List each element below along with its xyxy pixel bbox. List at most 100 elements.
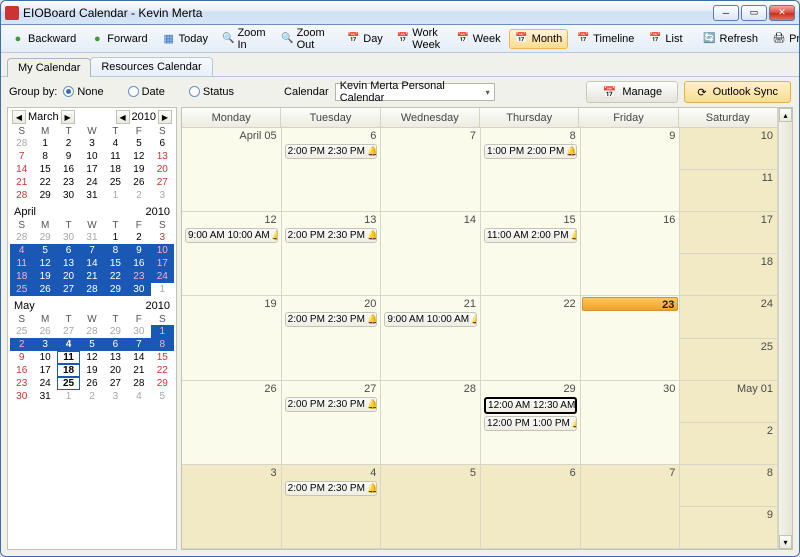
weekend-cell[interactable]: May 012 [680, 381, 778, 464]
mini-day[interactable]: 7 [127, 338, 150, 351]
mini-day[interactable]: 8 [151, 338, 174, 351]
mini-day[interactable]: 31 [33, 390, 56, 403]
mini-day[interactable]: 29 [151, 377, 174, 390]
mini-day[interactable]: 14 [80, 257, 103, 270]
refresh-button[interactable]: Refresh [697, 29, 765, 49]
mini-calendar-march[interactable]: SMTWTFS281234567891011121314151617181920… [10, 126, 174, 202]
mini-day[interactable]: 14 [10, 163, 33, 176]
mini-day[interactable]: 12 [80, 351, 103, 364]
calendar-cell[interactable]: 1511:00 AM 2:00 PM🔔 [481, 212, 581, 295]
mini-day[interactable]: 4 [127, 390, 150, 403]
mini-day[interactable]: 5 [127, 137, 150, 150]
appointment[interactable]: 11:00 AM 2:00 PM🔔 [484, 228, 577, 243]
mini-day[interactable]: 21 [10, 176, 33, 189]
tab-resources-calendar[interactable]: Resources Calendar [90, 57, 212, 76]
calendar-scrollbar[interactable]: ▴ ▾ [778, 108, 792, 549]
mini-day[interactable]: 13 [104, 351, 127, 364]
appointment[interactable]: 12:00 PM 1:00 PM🔔 [484, 416, 577, 431]
maximize-button[interactable] [741, 5, 767, 21]
prev-month-button[interactable]: ◀ [12, 110, 26, 124]
mini-day[interactable]: 11 [104, 150, 127, 163]
mini-day[interactable]: 10 [33, 351, 56, 364]
mini-day[interactable]: 24 [151, 270, 174, 283]
mini-day[interactable]: 1 [33, 137, 56, 150]
mini-day[interactable]: 26 [127, 176, 150, 189]
month-view-button[interactable]: Month [509, 29, 569, 49]
mini-day[interactable]: 25 [10, 283, 33, 296]
mini-day[interactable]: 8 [104, 244, 127, 257]
appointment[interactable]: 9:00 AM 10:00 AM🔔 [185, 228, 278, 243]
prev-year-button[interactable]: ◀ [116, 110, 130, 124]
weekend-cell[interactable]: 1011 [680, 128, 778, 211]
mini-day[interactable]: 9 [127, 244, 150, 257]
mini-day[interactable]: 21 [127, 364, 150, 377]
mini-day[interactable]: 10 [80, 150, 103, 163]
weekend-cell[interactable]: 1718 [680, 212, 778, 295]
appointment[interactable]: 2:00 PM 2:30 PM🔔 [285, 397, 378, 412]
calendar-cell[interactable]: 16 [581, 212, 681, 295]
mini-day[interactable]: 20 [151, 163, 174, 176]
calendar-cell[interactable]: 6 [481, 465, 581, 548]
mini-day[interactable]: 17 [80, 163, 103, 176]
calendar-select[interactable]: Kevin Merta Personal Calendar ▾ [335, 83, 495, 101]
print-button[interactable]: Print [766, 29, 800, 49]
calendar-cell[interactable]: 23 [581, 296, 681, 379]
mini-day[interactable]: 27 [151, 176, 174, 189]
mini-day[interactable]: 23 [10, 377, 33, 390]
mini-day[interactable]: 30 [127, 283, 150, 296]
mini-day[interactable]: 23 [127, 270, 150, 283]
calendar-cell[interactable]: 272:00 PM 2:30 PM🔔 [282, 381, 382, 464]
mini-day[interactable]: 2 [127, 189, 150, 202]
mini-day[interactable]: 12 [33, 257, 56, 270]
mini-day[interactable]: 2 [10, 338, 33, 351]
close-button[interactable] [769, 5, 795, 21]
mini-day[interactable]: 30 [127, 325, 150, 338]
mini-day[interactable]: 15 [33, 163, 56, 176]
mini-day[interactable]: 18 [10, 270, 33, 283]
calendar-cell[interactable]: 129:00 AM 10:00 AM🔔 [182, 212, 282, 295]
forward-button[interactable]: Forward [84, 29, 153, 49]
mini-day[interactable]: 2 [57, 137, 80, 150]
mini-day[interactable]: 16 [127, 257, 150, 270]
mini-day[interactable]: 31 [80, 231, 103, 244]
calendar-cell[interactable]: 219:00 AM 10:00 AM🔔 [381, 296, 481, 379]
mini-day[interactable]: 19 [33, 270, 56, 283]
mini-day[interactable]: 1 [151, 283, 174, 296]
mini-day[interactable]: 28 [10, 189, 33, 202]
mini-day[interactable]: 3 [151, 231, 174, 244]
group-date-radio[interactable]: Date [128, 86, 165, 98]
mini-day[interactable]: 28 [10, 137, 33, 150]
mini-day[interactable]: 29 [33, 189, 56, 202]
calendar-cell[interactable]: 81:00 PM 2:00 PM🔔 [481, 128, 581, 211]
mini-day[interactable]: 15 [151, 351, 174, 364]
mini-day[interactable]: 7 [80, 244, 103, 257]
calendar-cell[interactable]: 30 [581, 381, 681, 464]
mini-day[interactable]: 9 [57, 150, 80, 163]
mini-day[interactable]: 20 [57, 270, 80, 283]
mini-day[interactable]: 1 [104, 189, 127, 202]
appointment[interactable]: 2:00 PM 2:30 PM🔔 [285, 312, 378, 327]
mini-day[interactable]: 30 [10, 390, 33, 403]
tab-my-calendar[interactable]: My Calendar [7, 58, 91, 77]
calendar-cell[interactable]: 5 [381, 465, 481, 548]
calendar-cell[interactable]: 9 [581, 128, 681, 211]
weekend-cell[interactable]: 2425 [680, 296, 778, 379]
work-week-view-button[interactable]: Work Week [391, 24, 448, 54]
calendar-cell[interactable]: 42:00 PM 2:30 PM🔔 [282, 465, 382, 548]
zoom-in-button[interactable]: Zoom In [216, 24, 273, 54]
mini-calendar-april[interactable]: April2010SMTWTFS282930311234567891011121… [10, 206, 174, 296]
backward-button[interactable]: Backward [5, 29, 82, 49]
mini-day[interactable]: 26 [33, 325, 56, 338]
calendar-cell[interactable]: 14 [381, 212, 481, 295]
mini-day[interactable]: 21 [80, 270, 103, 283]
appointment[interactable]: 2:00 PM 2:30 PM🔔 [285, 481, 378, 496]
appointment[interactable]: 2:00 PM 2:30 PM🔔 [285, 144, 378, 159]
list-view-button[interactable]: List [642, 29, 688, 49]
mini-day[interactable]: 2 [80, 390, 103, 403]
appointment[interactable]: 12:00 AM 12:30 AM🔔 [484, 397, 577, 414]
calendar-cell[interactable]: 202:00 PM 2:30 PM🔔 [282, 296, 382, 379]
mini-day[interactable]: 6 [151, 137, 174, 150]
scroll-up-button[interactable]: ▴ [779, 108, 792, 122]
outlook-sync-button[interactable]: ⟳Outlook Sync [684, 81, 791, 103]
mini-day[interactable]: 2 [127, 231, 150, 244]
